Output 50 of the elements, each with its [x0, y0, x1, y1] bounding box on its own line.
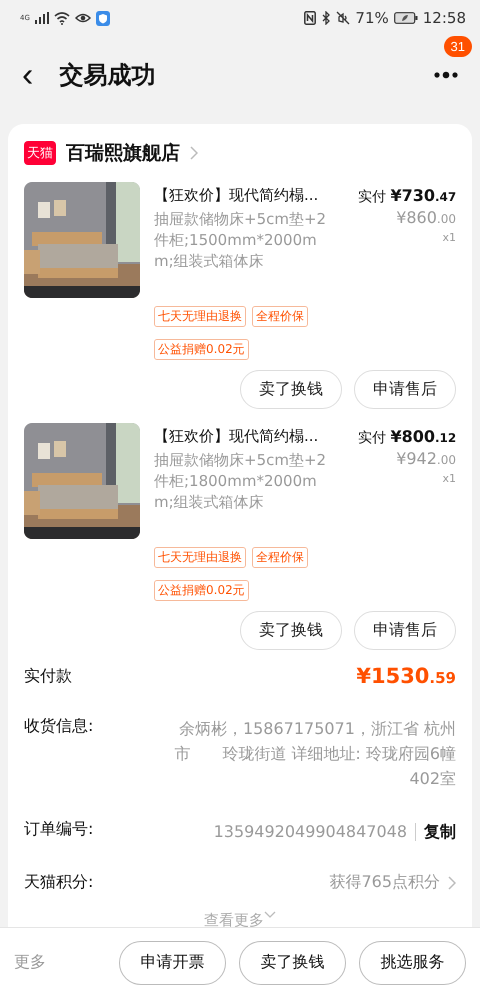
order-number: 1359492049904847048 [214, 822, 407, 841]
paid-price: 实付 ¥730.47 [358, 186, 456, 206]
action-button[interactable]: 卖了换钱 [239, 940, 346, 984]
info-label: 天猫积分: [24, 872, 94, 893]
quantity: x1 [441, 231, 456, 244]
more-icon [433, 71, 459, 79]
quantity: x1 [441, 472, 456, 485]
chevron-right-icon [448, 876, 456, 890]
shield-icon [96, 10, 110, 26]
notification-badge: 31 [444, 36, 472, 57]
shop-name[interactable]: 百瑞熙旗舰店 [66, 140, 180, 166]
bluetooth-icon [321, 11, 332, 25]
info-label: 收货信息: [24, 716, 94, 737]
original-price: ¥942.00 [395, 449, 456, 468]
charity-tag: 公益捐赠0.02元 [154, 339, 249, 360]
info-label: 订单编号: [24, 819, 94, 840]
action-button[interactable]: 申请售后 [354, 370, 456, 409]
action-button[interactable]: 卖了换钱 [240, 611, 342, 650]
page-title: 交易成功 [59, 60, 156, 91]
chevron-down-icon [264, 911, 276, 919]
back-button[interactable]: ‹ [18, 58, 38, 92]
battery-level: 71% [355, 9, 389, 27]
chevron-right-icon [190, 146, 198, 160]
battery-icon [394, 12, 418, 24]
nfc-icon [304, 11, 316, 25]
service-tag: 七天无理由退换 [154, 547, 246, 568]
address-text: 余炳彬，15867175071，浙江省 杭州市 玲珑街道 详细地址: 玲珑府园6幢402室 [173, 718, 456, 790]
clock: 12:58 [422, 9, 466, 27]
action-button[interactable]: 挑选服务 [359, 940, 466, 984]
eye-icon [74, 12, 91, 24]
signal-icon [34, 12, 49, 24]
total-amount: ¥1530.59 [356, 664, 456, 688]
original-price: ¥860.00 [395, 208, 456, 227]
action-button[interactable]: 申请售后 [354, 611, 456, 650]
product-spec: 抽屉款储物床+5cm垫+2件柜;1800mm*2000mm;组装式箱体床 [154, 450, 328, 513]
action-button[interactable]: 卖了换钱 [240, 370, 342, 409]
paid-price: 实付 ¥800.12 [358, 427, 456, 447]
action-button[interactable]: 申请开票 [119, 940, 226, 984]
product-spec: 抽屉款储物床+5cm垫+2件柜;1500mm*2000mm;组装式箱体床 [154, 209, 328, 272]
store-logo: 天猫 [24, 141, 56, 165]
wifi-icon [54, 12, 70, 24]
product-title[interactable]: 【狂欢价】现代简约榻... [154, 186, 344, 205]
total-label: 实付款 [24, 666, 72, 686]
copy-button[interactable]: 复制 [415, 823, 456, 841]
mute-icon [336, 11, 350, 25]
charity-tag: 公益捐赠0.02元 [154, 580, 249, 601]
service-tag: 全程价保 [252, 547, 308, 568]
service-tag: 七天无理由退换 [154, 306, 246, 327]
product-title[interactable]: 【狂欢价】现代简约榻... [154, 427, 344, 446]
service-tag: 全程价保 [252, 306, 308, 327]
